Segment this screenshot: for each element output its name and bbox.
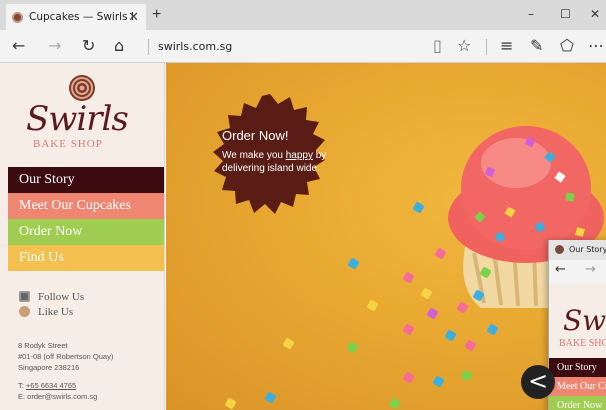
mini-brand-logo-text: Swirls bbox=[563, 304, 606, 337]
address-line: 8 Rodyk Street bbox=[18, 341, 68, 350]
facebook-icon bbox=[19, 306, 30, 317]
site-menu: Our Story Meet Our Cupcakes Order Now Fi… bbox=[8, 167, 164, 271]
tel-prefix: T: bbox=[18, 381, 26, 390]
mini-menu-item-cupcakes[interactable]: Meet Our Cu bbox=[549, 377, 606, 396]
badge-text-happy: happy bbox=[285, 150, 313, 161]
email-prefix: E: bbox=[18, 392, 28, 401]
minimize-icon[interactable]: – bbox=[528, 7, 534, 21]
url-separator bbox=[148, 39, 149, 55]
sprinkle bbox=[420, 287, 433, 300]
badge-text-start: We make you bbox=[222, 150, 286, 161]
address-input[interactable]: swirls.com.sg bbox=[158, 40, 232, 53]
mini-brand-tagline: BAKE SHOP bbox=[559, 338, 606, 349]
back-overlay-button[interactable]: < bbox=[521, 365, 555, 399]
mini-menu-item-order-now[interactable]: Order Now bbox=[549, 396, 606, 410]
reading-view-icon[interactable]: ▯ bbox=[433, 36, 442, 55]
email-address: order@swirls.com.sg bbox=[27, 392, 98, 401]
badge-text: We make you happy by delivering island w… bbox=[222, 149, 332, 175]
sprinkle bbox=[264, 391, 277, 404]
sprinkle bbox=[347, 257, 360, 270]
close-tab-icon[interactable]: ✕ bbox=[128, 9, 139, 25]
shop-address: 8 Rodyk Street #01-08 (off Robertson Qua… bbox=[18, 340, 113, 373]
sprinkle bbox=[402, 271, 415, 284]
site-favicon-icon bbox=[12, 11, 23, 23]
inset-browser-window[interactable]: Our Story - ← → Swirls BAKE SHOP Our Sto… bbox=[548, 240, 606, 410]
forward-icon[interactable]: → bbox=[48, 36, 61, 55]
sprinkle bbox=[412, 201, 425, 214]
address-line: #01-08 (off Robertson Quay) bbox=[18, 352, 114, 361]
phone-link[interactable]: +65 6634 4765 bbox=[26, 381, 76, 390]
sprinkle bbox=[464, 339, 477, 352]
sprinkle bbox=[432, 375, 445, 388]
brand-logo-text[interactable]: Swirls bbox=[26, 99, 129, 139]
sprinkle bbox=[402, 371, 415, 384]
sprinkle bbox=[282, 337, 295, 350]
toolbar-separator bbox=[486, 39, 487, 55]
tab-bar: Cupcakes — Swirls Bake ✕ + – ☐ ✕ bbox=[0, 0, 606, 30]
mini-menu: Our Story Meet Our Cu Order Now bbox=[549, 358, 606, 410]
menu-item-our-story[interactable]: Our Story bbox=[8, 167, 164, 193]
shop-contact: T: +65 6634 4765 E: order@swirls.com.sg bbox=[18, 380, 97, 402]
sprinkle bbox=[444, 329, 457, 342]
sprinkle bbox=[426, 307, 439, 320]
back-icon[interactable]: ← bbox=[12, 36, 25, 55]
mini-forward-icon[interactable]: → bbox=[585, 262, 596, 277]
favorite-star-icon[interactable]: ☆ bbox=[457, 36, 471, 55]
mini-favicon-icon bbox=[555, 245, 564, 254]
share-icon[interactable]: ⬠ bbox=[560, 36, 574, 55]
mini-tab-title: Our Story - bbox=[569, 245, 606, 254]
follow-us-label: Follow Us bbox=[38, 290, 85, 303]
menu-item-order-now[interactable]: Order Now bbox=[8, 219, 164, 245]
social-links: Follow Us Like Us bbox=[19, 289, 84, 319]
menu-item-find-us[interactable]: Find Us bbox=[8, 245, 164, 271]
mini-tab[interactable]: Our Story - bbox=[549, 240, 606, 260]
mini-back-icon[interactable]: ← bbox=[555, 262, 566, 277]
sprinkle bbox=[224, 397, 237, 410]
maximize-icon[interactable]: ☐ bbox=[560, 7, 571, 21]
like-us-link[interactable]: Like Us bbox=[19, 304, 84, 319]
browser-tab[interactable]: Cupcakes — Swirls Bake ✕ bbox=[6, 4, 146, 30]
sprinkle bbox=[346, 341, 359, 354]
window-close-icon[interactable]: ✕ bbox=[590, 7, 600, 21]
home-icon[interactable]: ⌂ bbox=[114, 36, 124, 55]
follow-us-link[interactable]: Follow Us bbox=[19, 289, 84, 304]
more-icon[interactable]: ⋯ bbox=[588, 36, 604, 55]
sprinkle bbox=[460, 369, 473, 382]
address-line: Singapore 238216 bbox=[18, 363, 80, 372]
hub-icon[interactable]: ≡ bbox=[500, 36, 513, 55]
refresh-icon[interactable]: ↻ bbox=[82, 36, 95, 55]
sprinkle bbox=[402, 323, 415, 336]
sprinkle bbox=[388, 397, 401, 410]
web-note-icon[interactable]: ✎ bbox=[530, 36, 543, 55]
brand-tagline: BAKE SHOP bbox=[33, 138, 103, 150]
mini-menu-item-our-story[interactable]: Our Story bbox=[549, 358, 606, 377]
hero-image: Order Now! We make you happy by deliveri… bbox=[166, 63, 606, 410]
badge-title: Order Now! bbox=[222, 128, 289, 143]
like-us-label: Like Us bbox=[38, 305, 74, 318]
site-sidebar: Swirls BAKE SHOP Our Story Meet Our Cupc… bbox=[0, 63, 165, 410]
sprinkle bbox=[486, 323, 499, 336]
sprinkle bbox=[366, 299, 379, 312]
instagram-icon bbox=[19, 291, 30, 302]
mini-page: Swirls BAKE SHOP Our Story Meet Our Cu O… bbox=[549, 284, 606, 410]
sprinkle bbox=[434, 247, 447, 260]
new-tab-icon[interactable]: + bbox=[152, 6, 161, 24]
menu-item-meet-our-cupcakes[interactable]: Meet Our Cupcakes bbox=[8, 193, 164, 219]
tab-title: Cupcakes — Swirls Bake bbox=[29, 11, 133, 23]
address-toolbar: ← → ↻ ⌂ swirls.com.sg ▯ ☆ ≡ ✎ ⬠ ⋯ bbox=[0, 30, 606, 63]
